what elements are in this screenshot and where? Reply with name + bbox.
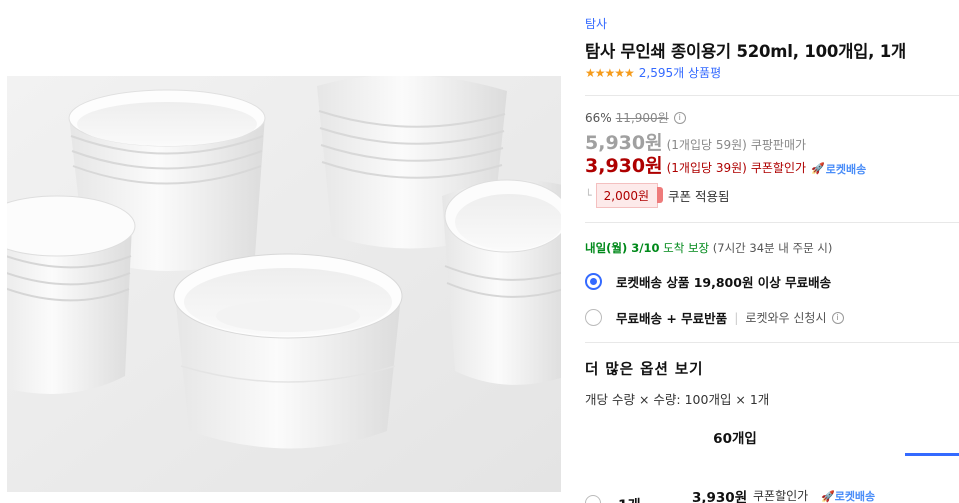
product-image[interactable]: [7, 76, 561, 492]
coupon-unit-price: (1개입당 39원): [666, 161, 747, 175]
rocket-delivery-label: 로켓배송: [825, 162, 867, 176]
original-price: 11,900원: [615, 111, 669, 125]
radio-button-checked[interactable]: [585, 273, 602, 290]
shipping-option-free-label: 무료배송 + 무료반품: [616, 311, 728, 326]
shipping-option-rocket-label: 로켓배송 상품 19,800원 이상 무료배송: [616, 275, 832, 290]
coupon-badge[interactable]: 2,000원: [595, 183, 664, 208]
coupon-applied-row: └ 2,000원 쿠폰 적용됨: [585, 183, 730, 208]
shipping-option-rocket[interactable]: 로켓배송 상품 19,800원 이상 무료배송: [585, 272, 831, 291]
radio-button[interactable]: [585, 309, 602, 326]
brand-link[interactable]: 탐사: [585, 15, 607, 32]
coupon-applied-text: 쿠폰 적용됨: [668, 189, 730, 204]
divider: [585, 342, 959, 343]
separator: |: [734, 310, 739, 325]
shipping-option-free[interactable]: 무료배송 + 무료반품 | 로켓와우 신청시 i: [585, 308, 844, 327]
option-tab-label: 60개입: [713, 431, 757, 447]
rating-row: ★★★★★ 2,595개 상품평: [585, 64, 721, 81]
rocket-delivery-badge: 🚀로켓배송: [821, 490, 876, 503]
delivery-info: 내일(월) 3/10 도착 보장 (7시간 34분 내 주문 시): [585, 240, 832, 256]
paper-bowls-photo: [7, 76, 561, 492]
coupon-price-row: 3,930원 (1개입당 39원) 쿠폰할인가 🚀 로켓배송: [585, 151, 866, 178]
coupon-price: 3,930원: [585, 155, 663, 177]
radio-dot: [590, 278, 597, 285]
rocket-wow-label: 로켓와우 신청시: [745, 311, 827, 325]
rocket-icon: 🚀: [811, 162, 825, 175]
branch-icon: └: [585, 189, 592, 202]
review-count-link[interactable]: 2,595개 상품평: [639, 64, 721, 81]
more-options-title: 더 많은 옵션 보기: [585, 362, 704, 378]
tab-indicator: [905, 453, 959, 456]
option-qty: 1개: [618, 495, 641, 503]
info-icon[interactable]: i: [831, 311, 844, 324]
divider: [585, 222, 959, 223]
option-price: 3,930원: [692, 490, 748, 503]
rocket-delivery-badge: 🚀로켓배송: [811, 161, 866, 177]
arrival-guarantee: 도착 보장: [659, 241, 710, 255]
info-icon[interactable]: i: [673, 111, 686, 124]
option-description: 개당 수량 × 수량: 100개입 × 1개: [585, 392, 770, 407]
option-tab-60[interactable]: 60개입: [585, 419, 959, 456]
arrival-date: 내일(월) 3/10: [585, 241, 660, 255]
coupon-price-label: 쿠폰할인가: [750, 161, 807, 175]
discount-row: 66% 11,900원 i: [585, 109, 686, 126]
option-price-label: 쿠폰할인가: [753, 489, 809, 503]
radio-button[interactable]: [585, 495, 601, 503]
product-title: 탐사 무인쇄 종이용기 520ml, 100개입, 1개: [585, 42, 907, 61]
arrival-note: (7시간 34분 내 주문 시): [709, 241, 833, 255]
discount-rate: 66%: [585, 110, 612, 125]
divider: [585, 95, 959, 96]
star-rating-icon: ★★★★★: [585, 65, 635, 80]
